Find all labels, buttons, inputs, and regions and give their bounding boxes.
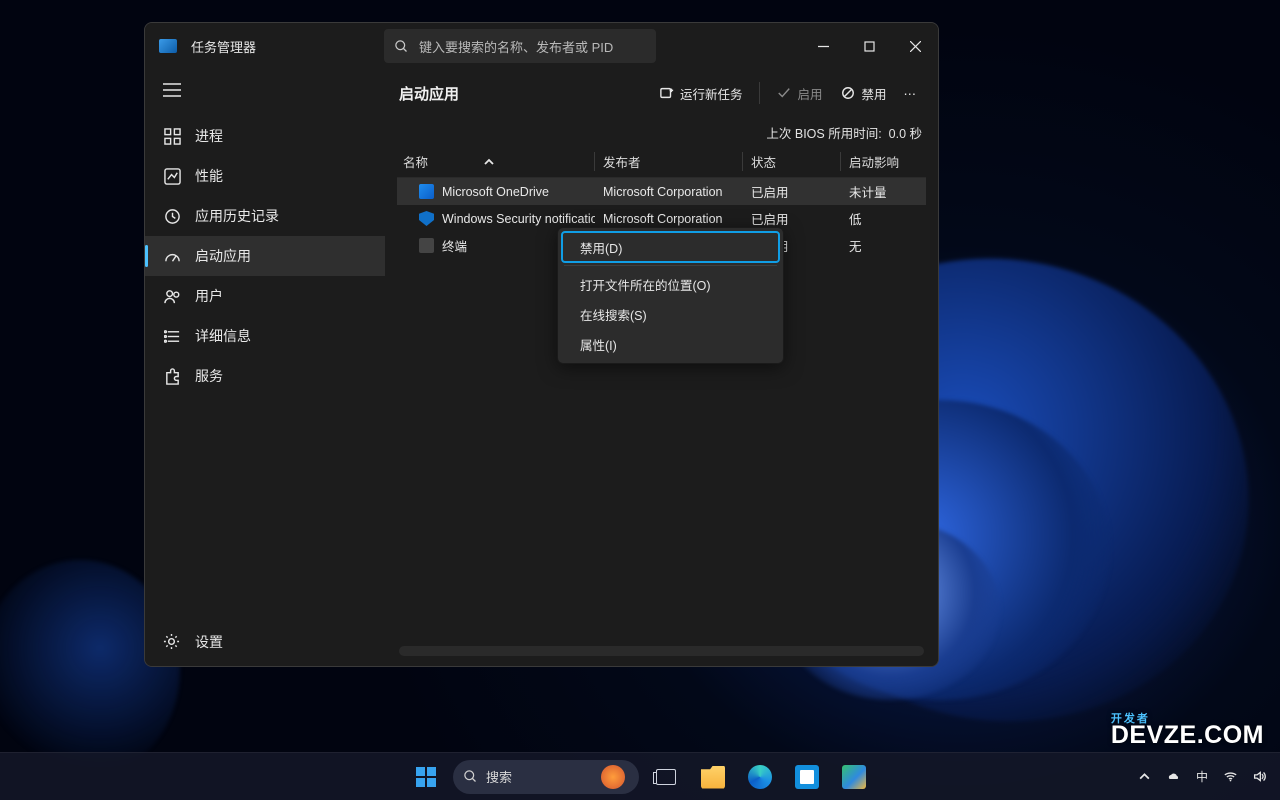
ctx-properties[interactable]: 属性(I)	[562, 329, 779, 359]
search-icon	[463, 769, 478, 784]
col-status[interactable]: 状态	[743, 152, 840, 171]
run-new-task-button[interactable]: 运行新任务	[652, 78, 751, 109]
onedrive-tray-icon[interactable]	[1167, 770, 1180, 783]
wifi-icon[interactable]	[1224, 770, 1237, 783]
grid-icon	[163, 127, 181, 145]
shield-icon	[419, 211, 434, 226]
new-task-icon	[660, 86, 674, 100]
page-title: 启动应用	[399, 83, 459, 104]
maximize-button[interactable]	[846, 23, 892, 69]
more-button[interactable]: ⋯	[898, 82, 925, 105]
main-panel: 启动应用 运行新任务 启用 禁用 ⋯	[385, 69, 938, 666]
sidebar-item-label: 进程	[195, 126, 223, 146]
titlebar[interactable]: 任务管理器 键入要搜索的名称、发布者或 PID	[145, 23, 938, 69]
sidebar-item-label: 启动应用	[195, 246, 251, 266]
toolbar: 启动应用 运行新任务 启用 禁用 ⋯	[385, 69, 938, 117]
ime-indicator[interactable]: 中	[1196, 768, 1208, 785]
file-explorer-button[interactable]	[693, 757, 733, 797]
col-publisher[interactable]: 发布者	[595, 152, 742, 171]
disable-button[interactable]: 禁用	[833, 78, 894, 109]
sidebar-item-services[interactable]: 服务	[145, 356, 385, 396]
toolbar-divider	[759, 82, 760, 104]
sidebar-item-label: 应用历史记录	[195, 206, 279, 226]
hamburger-button[interactable]	[145, 73, 385, 116]
ctx-open-location[interactable]: 打开文件所在的位置(O)	[562, 269, 779, 299]
sidebar-item-users[interactable]: 用户	[145, 276, 385, 316]
users-icon	[163, 287, 181, 305]
ctx-separator	[564, 265, 777, 266]
app-icon	[159, 39, 177, 53]
prohibit-icon	[841, 86, 855, 100]
close-button[interactable]	[892, 23, 938, 69]
chart-icon	[163, 167, 181, 185]
ctx-disable[interactable]: 禁用(D)	[562, 232, 779, 262]
edge-icon	[748, 765, 772, 789]
sidebar-item-details[interactable]: 详细信息	[145, 316, 385, 356]
watermark: 开发者 DEVZE.COM	[1111, 714, 1264, 750]
minimize-button[interactable]	[800, 23, 846, 69]
task-manager-window: 任务管理器 键入要搜索的名称、发布者或 PID 进程 性能	[144, 22, 939, 667]
edge-button[interactable]	[740, 757, 780, 797]
settings-label: 设置	[195, 632, 223, 652]
sidebar-item-label: 服务	[195, 366, 223, 386]
sidebar: 进程 性能 应用历史记录 启动应用 用户	[145, 69, 385, 666]
history-icon	[163, 207, 181, 225]
enable-button[interactable]: 启用	[769, 78, 830, 109]
sidebar-item-app-history[interactable]: 应用历史记录	[145, 196, 385, 236]
folder-icon	[701, 765, 725, 789]
search-highlight-icon	[601, 765, 625, 789]
onedrive-icon	[419, 184, 434, 199]
sidebar-item-label: 详细信息	[195, 326, 251, 346]
task-view-button[interactable]	[646, 757, 686, 797]
volume-icon[interactable]	[1253, 770, 1266, 783]
search-box[interactable]: 键入要搜索的名称、发布者或 PID	[384, 29, 656, 63]
sort-up-icon	[484, 157, 494, 167]
search-icon	[394, 39, 409, 54]
window-title: 任务管理器	[191, 37, 256, 56]
sidebar-item-label: 性能	[195, 166, 223, 186]
search-placeholder: 键入要搜索的名称、发布者或 PID	[419, 37, 613, 56]
context-menu: 禁用(D) 打开文件所在的位置(O) 在线搜索(S) 属性(I)	[557, 227, 784, 364]
sidebar-item-performance[interactable]: 性能	[145, 156, 385, 196]
sidebar-item-startup-apps[interactable]: 启动应用	[145, 236, 385, 276]
start-button[interactable]	[406, 757, 446, 797]
store-icon	[795, 765, 819, 789]
taskbar: 搜索 中	[0, 752, 1280, 800]
bios-time: 上次 BIOS 所用时间: 0.0 秒	[385, 117, 938, 152]
terminal-icon	[419, 238, 434, 253]
ctx-online-search[interactable]: 在线搜索(S)	[562, 299, 779, 329]
table-header: 名称 发布者 状态 启动影响	[397, 152, 926, 178]
puzzle-icon	[163, 367, 181, 385]
sidebar-item-label: 用户	[195, 286, 223, 306]
gear-icon	[163, 633, 181, 651]
list-icon	[163, 327, 181, 345]
chevron-up-icon[interactable]	[1138, 770, 1151, 783]
photos-icon	[842, 765, 866, 789]
taskbar-search[interactable]: 搜索	[453, 760, 639, 794]
sidebar-settings[interactable]: 设置	[145, 618, 385, 666]
gauge-icon	[163, 247, 181, 265]
col-impact[interactable]: 启动影响	[841, 152, 926, 171]
windows-icon	[415, 766, 437, 788]
store-button[interactable]	[787, 757, 827, 797]
table-row[interactable]: Microsoft OneDrive Microsoft Corporation…	[397, 178, 926, 205]
horizontal-scrollbar[interactable]	[399, 646, 924, 656]
check-icon	[777, 86, 791, 100]
col-name[interactable]: 名称	[397, 152, 594, 171]
system-tray[interactable]: 中	[1138, 768, 1266, 785]
sidebar-item-processes[interactable]: 进程	[145, 116, 385, 156]
photos-button[interactable]	[834, 757, 874, 797]
